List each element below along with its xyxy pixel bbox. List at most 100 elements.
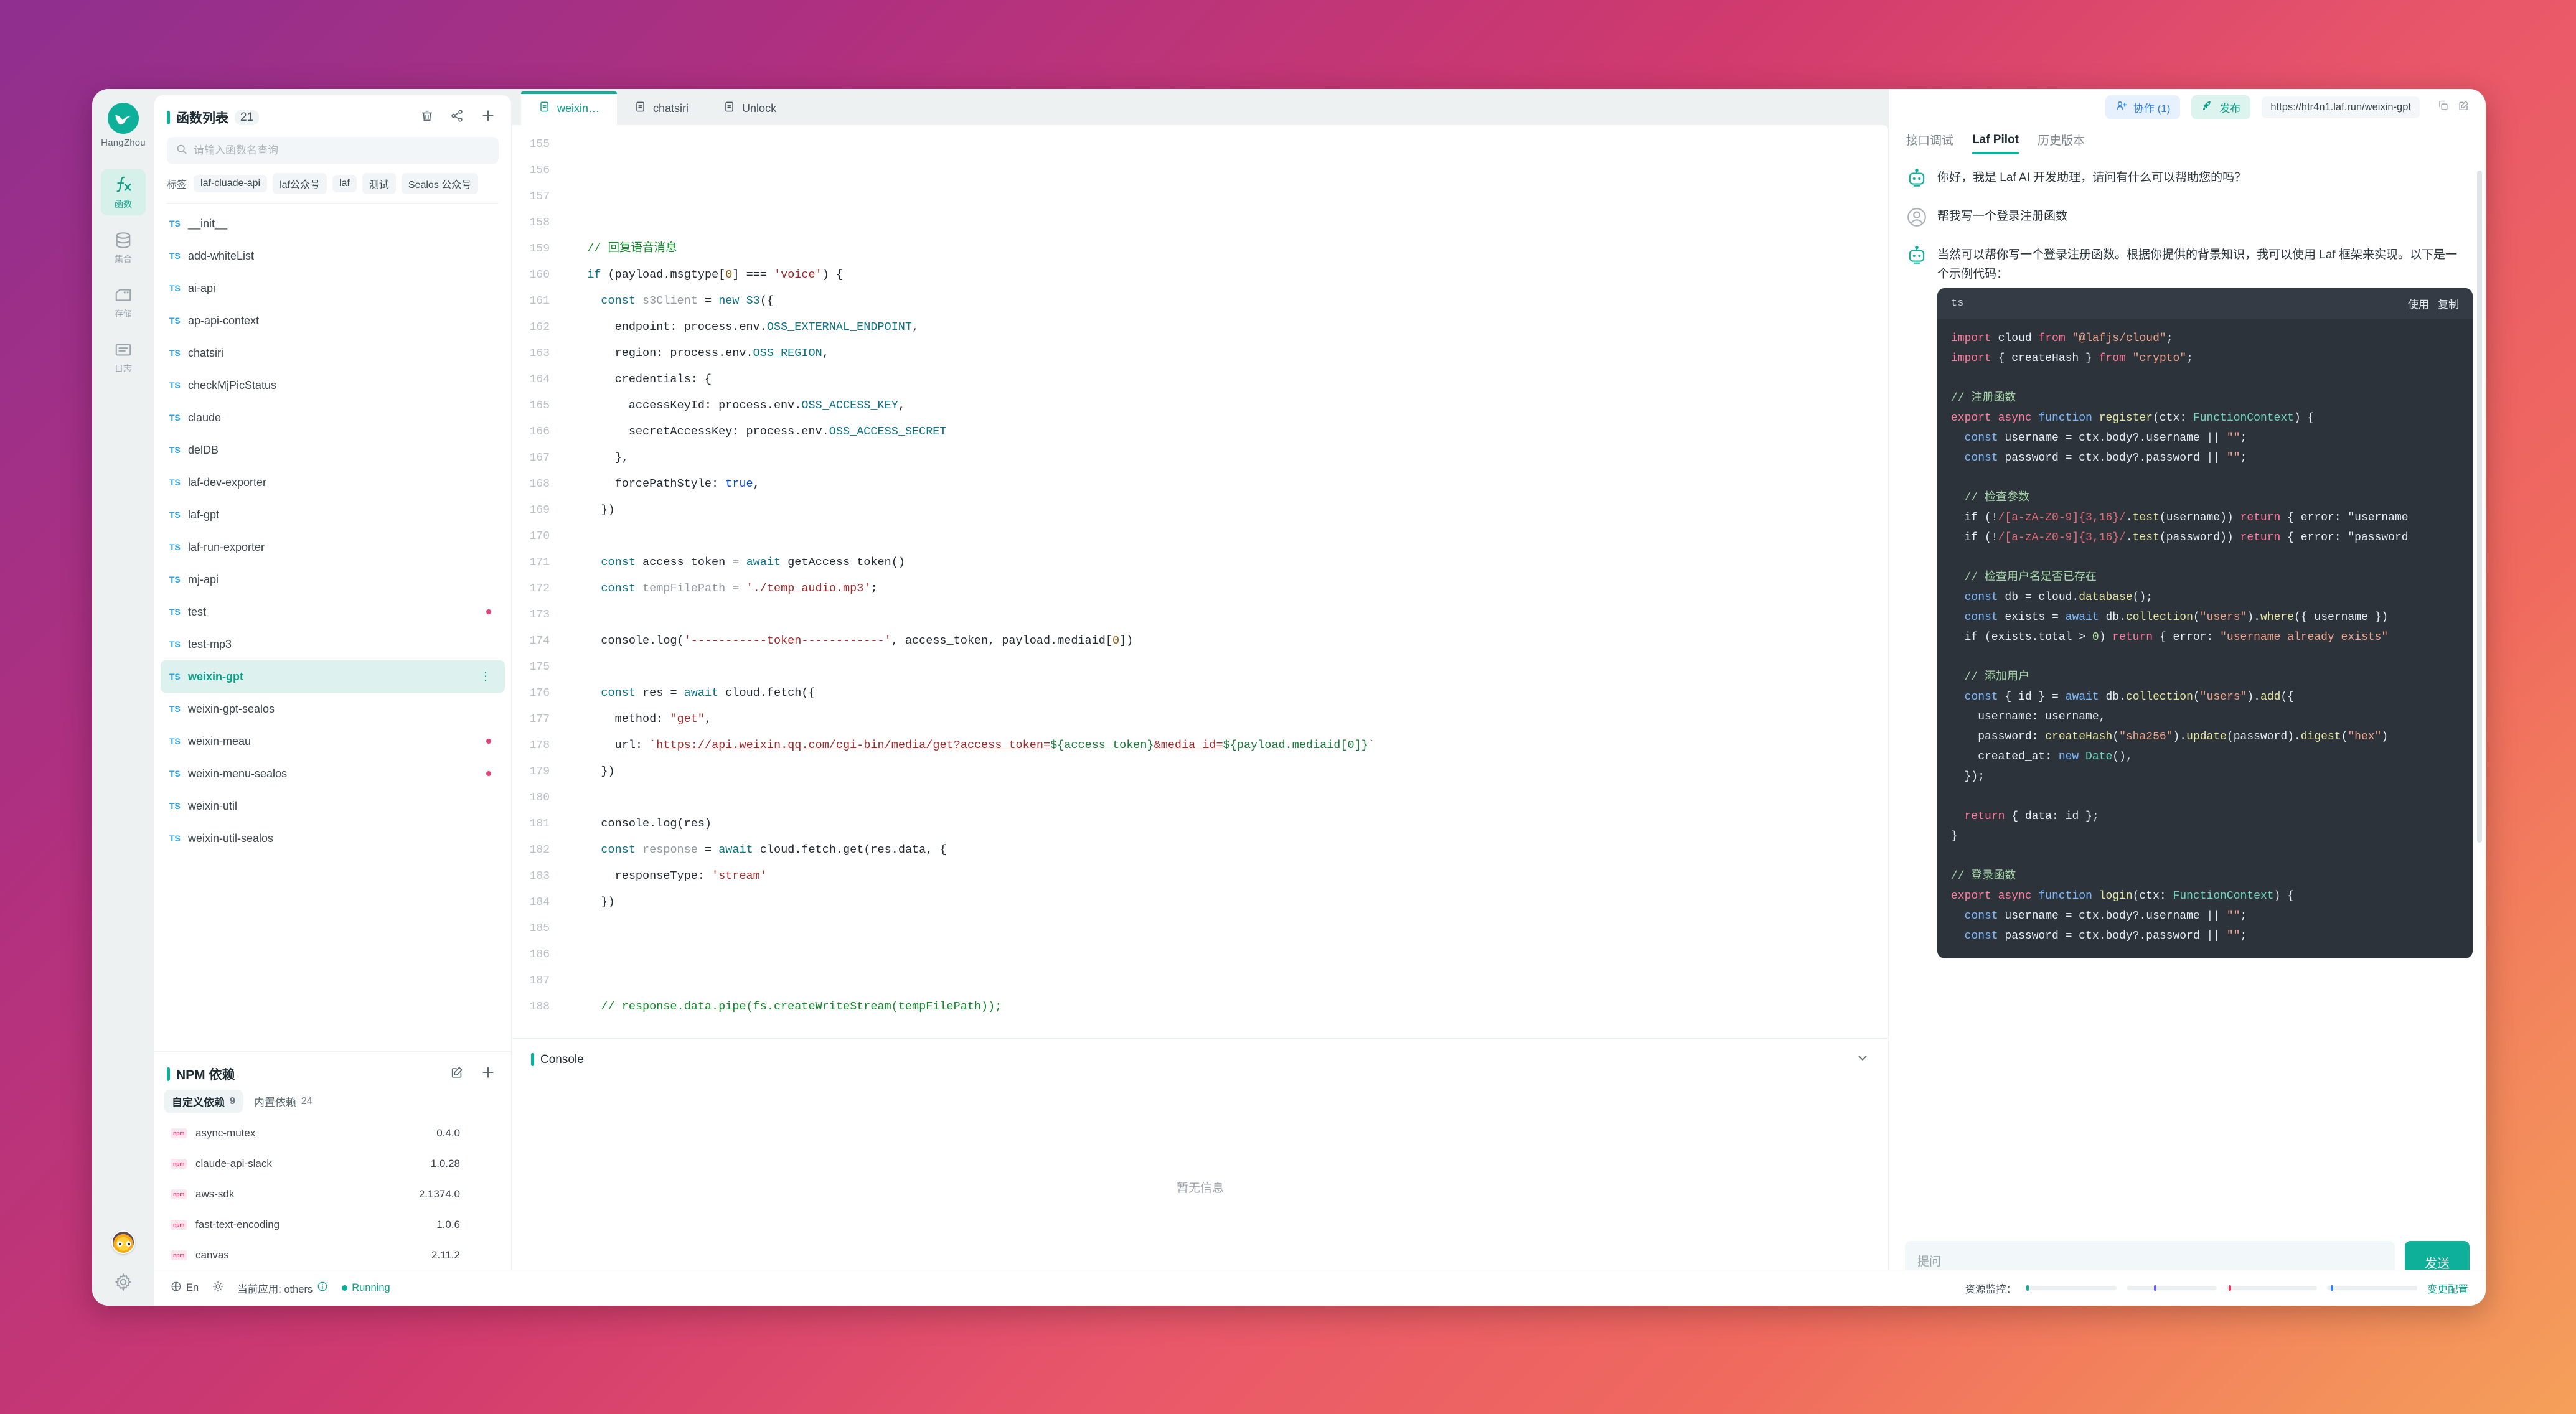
use-code-button[interactable]: 使用 [2408, 296, 2429, 311]
code-block-line: // 添加用户 [1951, 670, 2030, 683]
npm-list-item[interactable]: npm claude-api-slack 1.0.28 [161, 1148, 505, 1179]
resource-meter [2327, 1285, 2417, 1291]
plus-icon[interactable] [480, 108, 496, 127]
rocket-icon [2201, 100, 2214, 115]
tab-laf-pilot[interactable]: Laf Pilot [1972, 133, 2019, 154]
function-list-item[interactable]: TS weixin-gpt-sealos [161, 693, 505, 725]
ts-badge: TS [169, 736, 181, 746]
function-list-item[interactable]: TS __init__ [161, 207, 505, 240]
sidebar-item-storage[interactable]: 存储 [101, 279, 146, 325]
theme-toggle[interactable] [212, 1281, 223, 1295]
copy-icon[interactable] [2437, 100, 2449, 115]
user-avatar[interactable] [111, 1230, 135, 1254]
tag-chip[interactable]: laf-cluade-api [194, 175, 268, 192]
function-list-item[interactable]: TS weixin-meau [161, 725, 505, 757]
share-icon[interactable] [450, 109, 464, 126]
tab-api-debug[interactable]: 接口调试 [1906, 131, 1953, 156]
more-options-icon[interactable]: ⋮ [479, 670, 492, 683]
npm-list-item[interactable]: npm aws-sdk 2.1374.0 [161, 1179, 505, 1209]
function-list-item[interactable]: TS weixin-util-sealos [161, 822, 505, 854]
resource-meter [2026, 1285, 2117, 1291]
code-block-line: } [1951, 830, 1958, 843]
chat-area[interactable]: 你好，我是 Laf AI 开发助理，请问有什么可以帮助您的吗？ 帮我写一个登录注… [1889, 156, 2486, 1232]
collaborate-button[interactable]: 协作 (1) [2105, 95, 2181, 119]
line-number: 157 [529, 190, 550, 203]
npm-package-version: 2.11.2 [431, 1248, 460, 1261]
ts-badge: TS [169, 510, 181, 520]
tag-chip[interactable]: laf [332, 175, 357, 192]
code-area[interactable]: 155 156 157 158 159 160 161 162 163 164 165 166 167 1… [512, 125, 1888, 1038]
tag-chip[interactable]: laf公众号 [273, 173, 327, 194]
right-panel-tabs: 接口调试 Laf Pilot 历史版本 [1889, 125, 2486, 156]
function-list-item[interactable]: TS weixin-gpt ⋮ [161, 660, 505, 693]
search-input[interactable] [194, 144, 490, 157]
npm-list-item[interactable]: npm async-mutex 0.4.0 [161, 1118, 505, 1148]
sidebar-label-collections: 集合 [115, 253, 132, 264]
npm-list-item[interactable]: npm canvas 2.11.2 [161, 1240, 505, 1270]
npm-package-name: async-mutex [195, 1126, 256, 1139]
function-list-item[interactable]: TS ap-api-context [161, 304, 505, 337]
plus-icon[interactable] [480, 1064, 496, 1084]
edit-icon[interactable] [450, 1065, 464, 1082]
sidebar-item-collections[interactable]: 集合 [101, 224, 146, 270]
search-function-box[interactable] [167, 137, 499, 164]
tab-unlock[interactable]: Unlock [706, 91, 794, 125]
function-list-item[interactable]: TS laf-run-exporter [161, 531, 505, 563]
function-list-item[interactable]: TS claude [161, 401, 505, 434]
code-block-line [1951, 368, 2459, 388]
edit-icon[interactable] [2458, 100, 2470, 115]
function-list-item[interactable]: TS checkMjPicStatus [161, 369, 505, 401]
collaborate-label: 协作 (1) [2133, 102, 2171, 115]
trash-icon[interactable] [420, 109, 434, 126]
tab-builtin-deps[interactable]: 内置依赖 24 [247, 1090, 320, 1113]
tab-custom-deps[interactable]: 自定义依赖 9 [164, 1090, 243, 1113]
workspace-logo[interactable]: HangZhou [101, 103, 146, 148]
code-block-line: username: username, [1951, 710, 2106, 723]
publish-button[interactable]: 发布 [2191, 95, 2251, 119]
sidebar-item-functions[interactable]: 函数 [101, 169, 146, 215]
line-number: 188 [529, 1001, 550, 1013]
ts-badge: TS [169, 801, 181, 811]
tab-weixin-gpt[interactable]: weixin… [521, 91, 618, 125]
sidebar-item-logs[interactable]: 日志 [101, 334, 146, 380]
line-number: 174 [529, 635, 550, 647]
function-list-item[interactable]: TS weixin-util [161, 790, 505, 822]
function-list-item[interactable]: TS test [161, 596, 505, 628]
gear-icon[interactable] [114, 1272, 133, 1295]
function-url[interactable]: https://htr4n1.laf.run/weixin-gpt [2262, 96, 2420, 118]
tag-chip[interactable]: 测试 [362, 173, 396, 194]
code-block-line: export async function register(ctx: Func… [1951, 411, 2315, 424]
code-content[interactable]: // 回复语音消息 if (payload.msgtype[0] === 'vo… [560, 125, 1888, 1038]
function-list-item[interactable]: TS ai-api [161, 272, 505, 304]
tab-label: 内置依赖 [253, 1097, 296, 1108]
npm-package-version: 0.4.0 [436, 1126, 460, 1139]
tab-history-versions[interactable]: 历史版本 [2038, 131, 2085, 156]
function-list-item[interactable]: TS laf-dev-exporter [161, 466, 505, 499]
info-icon[interactable] [317, 1281, 328, 1295]
tab-chatsiri[interactable]: chatsiri [617, 91, 706, 125]
function-list-item[interactable]: TS laf-gpt [161, 499, 505, 531]
ts-badge: TS [169, 833, 181, 843]
function-list[interactable]: TS __init__ TS add-whiteList TS ai-api TS ap-ap… [154, 207, 511, 1051]
npm-list-item[interactable]: npm fast-text-encoding 1.0.6 [161, 1209, 505, 1240]
line-number: 178 [529, 739, 550, 752]
fx-icon [114, 175, 133, 196]
change-config-link[interactable]: 变更配置 [2427, 1281, 2468, 1296]
function-list-item[interactable]: TS delDB [161, 434, 505, 466]
function-name: laf-run-exporter [188, 540, 265, 553]
function-list-item[interactable]: TS mj-api [161, 563, 505, 596]
function-list-item[interactable]: TS weixin-menu-sealos [161, 757, 505, 790]
function-list-item[interactable]: TS chatsiri [161, 337, 505, 369]
tag-chip[interactable]: Sealos 公众号 [401, 173, 479, 194]
search-icon [176, 143, 187, 158]
resource-meters [2026, 1285, 2417, 1291]
chat-scrollbar[interactable] [2477, 171, 2482, 843]
language-switcher[interactable]: En [171, 1281, 199, 1295]
function-list-item[interactable]: TS test-mp3 [161, 628, 505, 660]
chevron-down-icon[interactable] [1856, 1051, 1869, 1068]
function-list-item[interactable]: TS add-whiteList [161, 240, 505, 272]
copy-code-button[interactable]: 复制 [2438, 296, 2459, 311]
